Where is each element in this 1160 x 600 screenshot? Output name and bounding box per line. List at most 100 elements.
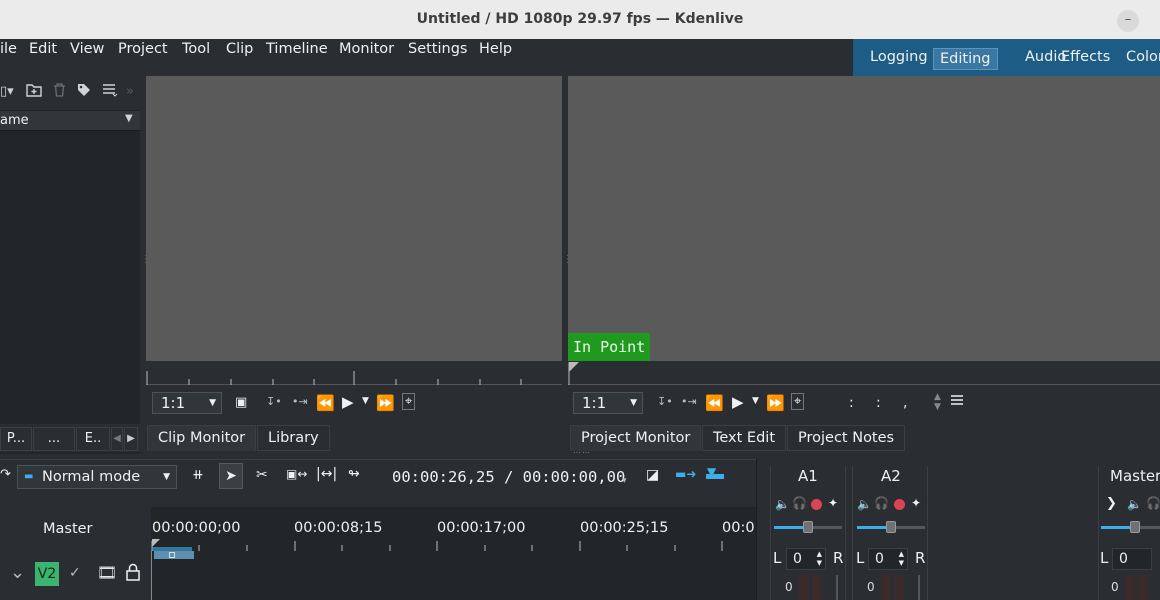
normal-mode-icon: ▬ xyxy=(24,471,34,482)
ripple-tool-icon[interactable]: |↔| xyxy=(316,466,337,482)
set-out-point-icon[interactable]: •⇥ xyxy=(292,395,308,408)
new-folder-icon[interactable] xyxy=(26,83,42,101)
headphones-icon[interactable]: 🎧 xyxy=(874,496,889,510)
timecode-spin-icon[interactable]: ▲ ▼ xyxy=(934,392,941,412)
balance-knob-master[interactable] xyxy=(1130,521,1140,533)
project-monitor-screen[interactable] xyxy=(568,76,1160,361)
spacer-tool-icon[interactable]: ⧺ xyxy=(192,467,204,483)
project-monitor-ruler[interactable] xyxy=(568,361,1160,385)
set-in-point-icon[interactable]: ↧• xyxy=(657,395,673,408)
minimize-button[interactable]: – xyxy=(1117,10,1139,32)
mixer-a1-right: R xyxy=(833,549,844,567)
menu-clip[interactable]: Clip xyxy=(226,41,253,57)
delete-icon[interactable] xyxy=(53,83,66,101)
fast-forward-icon[interactable]: ⏩ xyxy=(376,394,395,412)
rewind-icon[interactable]: ⏪ xyxy=(705,394,724,412)
track-lane-v2[interactable] xyxy=(151,551,756,600)
layout-tab-color[interactable]: Color xyxy=(1120,48,1160,70)
menu-timeline[interactable]: Timeline xyxy=(266,41,328,57)
rewind-icon[interactable]: ⏪ xyxy=(316,394,335,412)
menu-help[interactable]: Help xyxy=(479,41,512,57)
mute-icon[interactable]: 🔈 xyxy=(1127,497,1142,511)
volume-spinbox-master[interactable]: 0 xyxy=(1112,548,1152,570)
insert-clip-icon[interactable]: ▬➜ xyxy=(675,467,696,481)
effects-icon[interactable]: ✓ xyxy=(69,565,81,581)
razor-tool-icon[interactable]: ✂ xyxy=(256,467,268,483)
headphones-icon[interactable]: 🎧 xyxy=(792,496,807,510)
menu-icon[interactable] xyxy=(102,83,118,101)
layout-tab-editing[interactable]: Editing xyxy=(933,48,998,70)
more-icon[interactable]: » xyxy=(126,84,134,99)
spin-arrows-icon[interactable]: ▲ ▼ xyxy=(899,550,904,568)
bin-toolbar: ▯▾ » xyxy=(0,76,140,110)
play-icon[interactable]: ▶ xyxy=(342,393,354,411)
menu-project[interactable]: Project xyxy=(118,41,168,57)
volume-fader-a1[interactable] xyxy=(836,575,838,600)
slip-tool-icon[interactable]: ▣↔ xyxy=(286,467,307,481)
tab-scroll-right-icon[interactable]: ▶ xyxy=(124,427,138,451)
collapse-track-icon[interactable]: ⌄ xyxy=(10,562,25,583)
volume-fader-a2[interactable] xyxy=(918,575,920,600)
layout-tab-logging[interactable]: Logging xyxy=(864,48,934,70)
record-icon[interactable] xyxy=(811,499,822,510)
clip-zoom-value: 1:1 xyxy=(161,394,186,412)
volume-spinbox-a2[interactable]: 0 ▲ ▼ xyxy=(868,548,908,570)
project-zoom-select[interactable]: 1:1 ▼ xyxy=(573,392,643,414)
tab-effects[interactable]: E.. xyxy=(76,427,110,451)
fullscreen-icon[interactable]: ▣ xyxy=(235,395,247,410)
headphones-icon[interactable]: 🎧 xyxy=(1146,496,1160,510)
record-icon[interactable] xyxy=(894,499,905,510)
play-options-icon[interactable]: ▼ xyxy=(362,396,369,406)
crop-icon[interactable]: ⌖ xyxy=(402,393,416,410)
play-icon[interactable]: ▶ xyxy=(732,393,744,411)
set-in-point-icon[interactable]: ↧• xyxy=(266,395,282,408)
tab-text-edit[interactable]: Text Edit xyxy=(702,425,787,451)
splitter-horizontal-handle-icon[interactable]: ⋯⋯ xyxy=(573,448,591,457)
spin-arrows-icon[interactable]: ▲ ▼ xyxy=(817,550,822,568)
menu-settings[interactable]: Settings xyxy=(408,41,467,57)
add-clip-icon[interactable]: ▯▾ xyxy=(0,84,14,99)
clip-monitor-screen[interactable] xyxy=(146,76,562,361)
tab-bin-2[interactable]: ... xyxy=(33,427,75,451)
tab-project-notes[interactable]: Project Notes xyxy=(787,425,906,451)
mute-icon[interactable]: 🔈 xyxy=(775,497,790,511)
lock-icon[interactable] xyxy=(125,563,141,585)
monitor-menu-icon[interactable] xyxy=(950,394,966,412)
project-bin xyxy=(0,76,140,454)
menu-tool[interactable]: Tool xyxy=(182,41,210,57)
chevron-right-icon[interactable]: ❯ xyxy=(1106,496,1117,511)
timecode-format-icon[interactable]: ▾ xyxy=(622,476,627,486)
zoom-fit-icon[interactable]: ◪ xyxy=(646,467,659,483)
volume-spinbox-a1[interactable]: 0 ▲ ▼ xyxy=(786,548,826,570)
menu-view[interactable]: View xyxy=(70,41,104,57)
film-icon[interactable]: 🎞 xyxy=(97,563,117,582)
zone-handle-icon[interactable] xyxy=(169,552,175,558)
tab-library[interactable]: Library xyxy=(257,425,330,451)
track-menu-icon[interactable]: ↷ xyxy=(0,467,11,482)
balance-knob-a2[interactable] xyxy=(886,521,896,533)
menu-edit[interactable]: Edit xyxy=(29,41,57,57)
layout-switcher: Logging Editing Audio Effects Color xyxy=(853,39,1160,76)
balance-knob-a1[interactable] xyxy=(803,521,813,533)
clip-zoom-select[interactable]: 1:1 ▼ xyxy=(152,392,222,414)
selection-tool-icon[interactable]: ➤ xyxy=(219,463,243,489)
fast-forward-icon[interactable]: ⏩ xyxy=(766,394,785,412)
clip-monitor-ruler[interactable] xyxy=(146,361,562,385)
rolling-tool-icon[interactable]: ↬ xyxy=(348,466,360,482)
menu-file[interactable]: ile xyxy=(0,41,17,57)
sort-arrow-icon[interactable]: ▼ xyxy=(125,113,133,124)
mute-icon[interactable]: 🔈 xyxy=(857,497,872,511)
set-out-point-icon[interactable]: •⇥ xyxy=(681,395,697,408)
tag-icon[interactable] xyxy=(77,83,91,101)
menu-monitor[interactable]: Monitor xyxy=(339,41,394,57)
tab-clip-monitor[interactable]: Clip Monitor xyxy=(147,425,257,451)
tab-project-bin[interactable]: P... xyxy=(0,427,32,451)
crop-icon[interactable]: ⌖ xyxy=(791,393,805,410)
effect-wand-icon[interactable]: ✦ xyxy=(911,496,921,510)
effect-wand-icon[interactable]: ✦ xyxy=(828,496,838,510)
tab-scroll-left-icon[interactable]: ◀ xyxy=(111,427,123,451)
edit-mode-select[interactable]: ▬ Normal mode ▼ xyxy=(17,465,177,489)
play-options-icon[interactable]: ▼ xyxy=(752,396,759,406)
track-name-v2[interactable]: V2 xyxy=(35,562,59,586)
layout-tab-effects[interactable]: Effects xyxy=(1055,48,1116,70)
